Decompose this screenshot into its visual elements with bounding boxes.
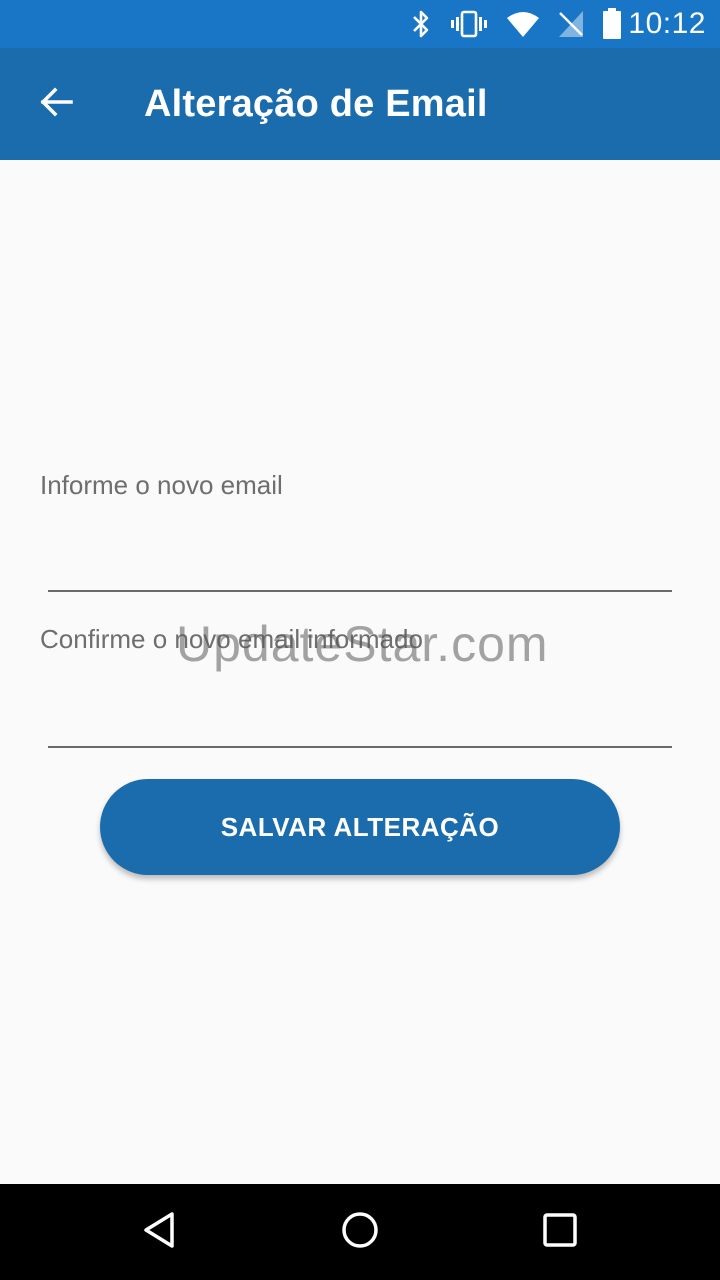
confirm-email-input[interactable] [48,688,672,748]
battery-icon [602,8,622,40]
confirm-email-label: Confirme o novo email informado [40,624,423,654]
arrow-back-icon [39,87,73,122]
status-bar: 10:12 [0,0,720,48]
save-button[interactable]: SALVAR ALTERAÇÃO [100,779,620,875]
nav-back-button[interactable] [120,1192,200,1272]
back-triangle-icon [140,1210,180,1255]
bluetooth-icon [410,9,432,39]
app-bar: Alteração de Email [0,48,720,160]
home-circle-icon [340,1210,380,1255]
new-email-label: Informe o novo email [40,470,283,500]
recents-square-icon [540,1210,580,1255]
new-email-field: Informe o novo email [40,470,672,592]
confirm-email-field: Confirme o novo email informado [40,624,672,748]
nav-recents-button[interactable] [520,1192,600,1272]
vibrate-icon [450,9,488,39]
page-title: Alteração de Email [144,82,488,125]
no-signal-icon [558,9,584,39]
wifi-icon [506,9,540,39]
back-button[interactable] [20,68,92,140]
main-content: Informe o novo email Confirme o novo ema… [0,160,720,1184]
navigation-bar [0,1184,720,1280]
nav-home-button[interactable] [320,1192,400,1272]
status-time: 10:12 [628,7,706,40]
new-email-input[interactable] [48,532,672,592]
